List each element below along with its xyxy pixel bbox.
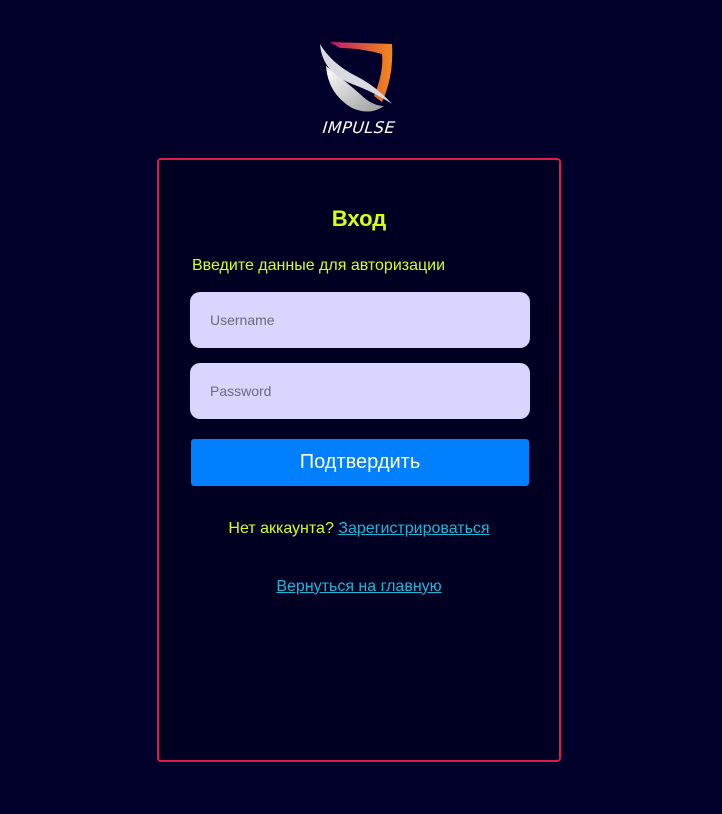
back-row: Вернуться на главную: [159, 578, 559, 596]
login-title: Вход: [331, 206, 387, 231]
register-link[interactable]: Зарегистрироваться: [338, 520, 489, 537]
no-account-text: Нет аккаунта?: [228, 520, 334, 537]
password-input[interactable]: [190, 363, 530, 419]
brand-logo: IMPULSE: [312, 36, 406, 144]
login-card: Вход Введите данные для авторизации Подт…: [157, 158, 561, 762]
back-home-link[interactable]: Вернуться на главную: [276, 578, 441, 595]
register-row: Нет аккаунта? Зарегистрироваться: [159, 520, 559, 538]
login-subtitle: Введите данные для авторизации: [192, 257, 446, 274]
brand-name: IMPULSE: [321, 118, 397, 137]
shield-logo-icon: [320, 42, 393, 112]
username-input[interactable]: [190, 292, 530, 348]
submit-button[interactable]: Подтвердить: [191, 439, 529, 486]
